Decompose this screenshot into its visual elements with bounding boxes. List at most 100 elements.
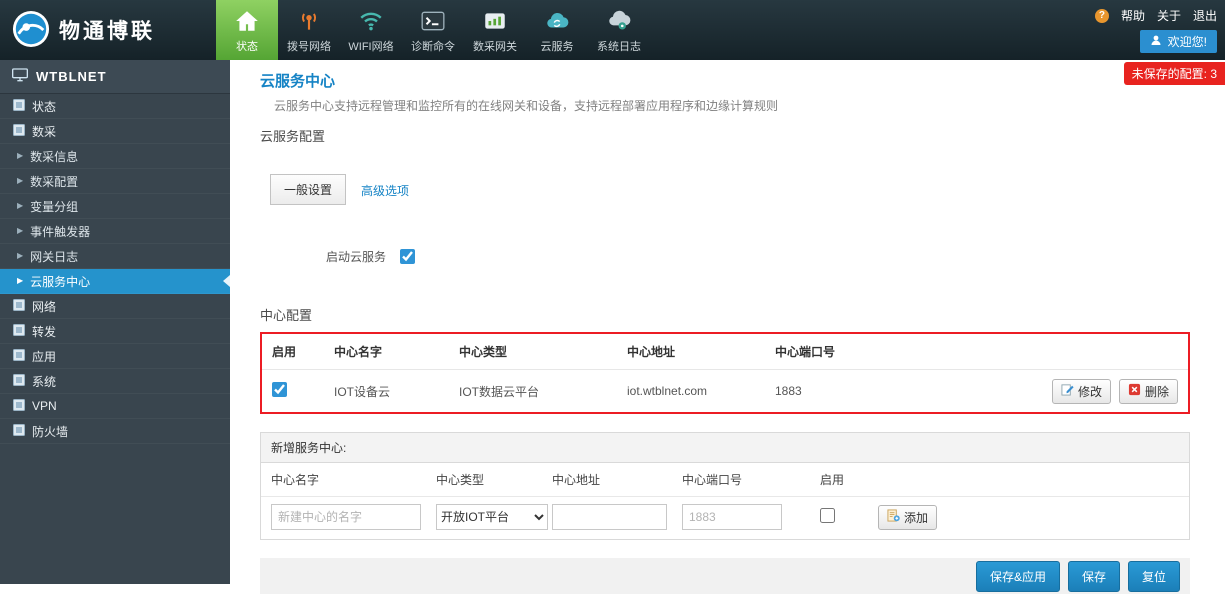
sidebar-item-label: VPN (32, 399, 57, 413)
list-icon (13, 399, 25, 414)
sidebar-item-vpn[interactable]: VPN (0, 394, 230, 419)
list-icon (13, 424, 25, 439)
sidebar-item-event-trigger[interactable]: ▶ 事件触发器 (0, 219, 230, 244)
top-nav: 状态 拨号网络 WIFI网络 诊断命令 数采网关 (216, 0, 650, 60)
list-icon (13, 299, 25, 314)
sidebar-item-cloud-service-center[interactable]: ▶ 云服务中心 (0, 269, 230, 294)
logout-link[interactable]: 退出 (1193, 7, 1217, 24)
column-header-address: 中心地址 (627, 343, 775, 360)
page-title: 云服务中心 (260, 74, 1190, 90)
nav-item-dial-network[interactable]: 拨号网络 (278, 0, 340, 60)
top-bar-right: ? 帮助 关于 退出 欢迎您! (1095, 7, 1217, 53)
row-enable-checkbox[interactable] (272, 382, 287, 397)
enable-cloud-service-label: 启动云服务 (326, 248, 386, 265)
edit-icon (1061, 383, 1074, 399)
sidebar-item-forward[interactable]: 转发 (0, 319, 230, 344)
tab-bar: 一般设置 高级选项 (270, 178, 1190, 205)
sidebar-item-gateway-log[interactable]: ▶ 网关日志 (0, 244, 230, 269)
sidebar-item-label: 数采信息 (30, 148, 78, 165)
list-icon (13, 374, 25, 389)
save-apply-button[interactable]: 保存&应用 (976, 561, 1060, 592)
help-icon: ? (1095, 9, 1109, 23)
sidebar-item-network[interactable]: 网络 (0, 294, 230, 319)
row-actions: 修改 删除 (1052, 379, 1178, 404)
list-icon (13, 324, 25, 339)
delete-button[interactable]: 删除 (1119, 379, 1178, 404)
page-subtitle: 云服务中心支持远程管理和监控所有的在线网关和设备，支持远程部署应用程序和边缘计算… (274, 100, 1190, 112)
sidebar-item-app[interactable]: 应用 (0, 344, 230, 369)
arrow-right-icon: ▶ (17, 252, 23, 260)
center-port-input[interactable] (682, 504, 782, 530)
add-label-type: 中心类型 (436, 471, 552, 488)
terminal-icon (420, 6, 446, 36)
arrow-right-icon: ▶ (17, 152, 23, 160)
delete-button-label: 删除 (1145, 383, 1169, 400)
add-icon (887, 509, 900, 525)
add-label-address: 中心地址 (552, 471, 682, 488)
add-button[interactable]: 添加 (878, 505, 937, 530)
edit-button-label: 修改 (1078, 383, 1102, 400)
new-center-enable-checkbox[interactable] (820, 508, 835, 523)
center-address-input[interactable] (552, 504, 667, 530)
enable-cloud-service-checkbox[interactable] (400, 249, 415, 264)
top-bar: 物通博联 状态 拨号网络 WIFI网络 诊断命令 (0, 0, 1225, 60)
welcome-badge: 欢迎您! (1140, 30, 1217, 53)
row-center-name: IOT设备云 (334, 383, 459, 400)
add-center-labels: 中心名字 中心类型 中心地址 中心端口号 启用 (261, 463, 1189, 497)
edit-button[interactable]: 修改 (1052, 379, 1111, 404)
add-center-section: 新增服务中心: 中心名字 中心类型 中心地址 中心端口号 启用 开放IOT平台 (260, 432, 1190, 540)
nav-item-status[interactable]: 状态 (216, 0, 278, 60)
help-links: ? 帮助 关于 退出 (1095, 7, 1217, 24)
dial-network-icon (296, 6, 322, 36)
center-table-header: 启用 中心名字 中心类型 中心地址 中心端口号 (262, 334, 1188, 370)
list-icon (13, 124, 25, 139)
row-center-port: 1883 (775, 384, 935, 398)
add-label-port: 中心端口号 (682, 471, 820, 488)
sidebar-item-label: 状态 (32, 98, 56, 115)
nav-item-cloud-service[interactable]: 云服务 (526, 0, 588, 60)
add-button-label: 添加 (904, 509, 928, 526)
nav-item-system-log[interactable]: 系统日志 (588, 0, 650, 60)
nav-item-data-gateway[interactable]: 数采网关 (464, 0, 526, 60)
reset-button[interactable]: 复位 (1128, 561, 1180, 592)
nav-label: 状态 (236, 38, 258, 54)
sidebar-item-status[interactable]: 状态 (0, 94, 230, 119)
sidebar-item-label: 数采配置 (30, 173, 78, 190)
arrow-right-icon: ▶ (17, 227, 23, 235)
sidebar-item-data-config[interactable]: ▶ 数采配置 (0, 169, 230, 194)
device-name: WTBLNET (36, 69, 107, 84)
tab-advanced-options[interactable]: 高级选项 (348, 176, 422, 205)
tab-general-settings[interactable]: 一般设置 (270, 174, 346, 205)
sidebar-item-label: 应用 (32, 348, 56, 365)
logo-icon (12, 10, 50, 51)
footer-actions: 保存&应用 保存 复位 (260, 558, 1190, 594)
sidebar-item-data-collection[interactable]: 数采 (0, 119, 230, 144)
sidebar-item-variable-group[interactable]: ▶ 变量分组 (0, 194, 230, 219)
wifi-icon (358, 6, 384, 36)
row-center-address: iot.wtblnet.com (627, 384, 775, 398)
sidebar: WTBLNET 状态 数采 ▶ 数采信息 ▶ 数采配置 ▶ 变量分组 ▶ 事件触… (0, 60, 230, 584)
center-config-table: 启用 中心名字 中心类型 中心地址 中心端口号 IOT设备云 IOT数据云平台 … (260, 332, 1190, 414)
brand-name: 物通博联 (59, 15, 155, 45)
sidebar-item-system[interactable]: 系统 (0, 369, 230, 394)
add-center-form: 开放IOT平台 添加 (261, 497, 1189, 539)
center-type-select[interactable]: 开放IOT平台 (436, 504, 548, 530)
save-button[interactable]: 保存 (1068, 561, 1120, 592)
arrow-right-icon: ▶ (17, 277, 23, 285)
sidebar-item-label: 网关日志 (30, 248, 78, 265)
nav-item-wifi-network[interactable]: WIFI网络 (340, 0, 402, 60)
nav-label: 系统日志 (597, 38, 641, 54)
sidebar-item-label: 防火墙 (32, 423, 68, 440)
section-cloud-service-config: 云服务配置 (260, 130, 1190, 143)
help-link[interactable]: 帮助 (1121, 7, 1145, 24)
center-name-input[interactable] (271, 504, 421, 530)
about-link[interactable]: 关于 (1157, 7, 1181, 24)
center-table-row: IOT设备云 IOT数据云平台 iot.wtblnet.com 1883 修改 … (262, 370, 1188, 412)
sidebar-item-data-info[interactable]: ▶ 数采信息 (0, 144, 230, 169)
sidebar-item-label: 变量分组 (30, 198, 78, 215)
nav-item-diagnose-command[interactable]: 诊断命令 (402, 0, 464, 60)
arrow-right-icon: ▶ (17, 202, 23, 210)
sidebar-item-firewall[interactable]: 防火墙 (0, 419, 230, 444)
column-header-enable: 启用 (272, 343, 334, 360)
nav-label: 云服务 (541, 38, 574, 54)
